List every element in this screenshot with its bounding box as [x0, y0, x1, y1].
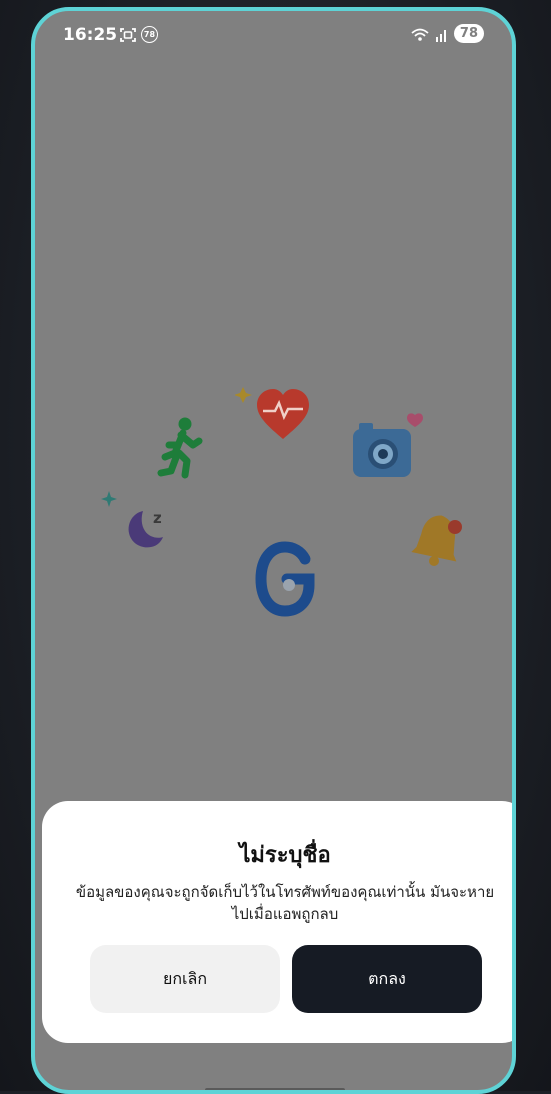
dialog-message: ข้อมูลของคุณจะถูกจัดเก็บไว้ในโทรศัพท์ของ… — [75, 883, 495, 923]
g-logo-icon — [255, 541, 315, 617]
heart-rate-icon — [235, 387, 309, 439]
status-time: 16:25 — [63, 25, 118, 45]
phone-screen: 16:25 78 78 z ไม่ระบุชื่อ ข้อมูลของคุณจะ… — [31, 7, 516, 1094]
cancel-button[interactable]: ยกเลิก — [90, 945, 280, 1013]
ok-button[interactable]: ตกลง — [292, 945, 482, 1013]
anonymous-dialog: ไม่ระบุชื่อ ข้อมูลของคุณจะถูกจัดเก็บไว้ใ… — [42, 801, 512, 1043]
svg-text:z: z — [153, 509, 162, 527]
camera-icon — [353, 413, 423, 477]
wifi-signal-icon — [411, 28, 446, 42]
home-indicator[interactable] — [205, 1088, 345, 1090]
screenshot-icon — [120, 28, 136, 42]
walking-person-icon — [157, 417, 203, 479]
bell-icon — [411, 515, 462, 566]
dialog-title: ไม่ระบุชื่อ — [239, 843, 331, 868]
battery-indicator: 78 — [453, 24, 484, 43]
notification-badge: 78 — [141, 26, 158, 43]
sleep-moon-icon: z — [101, 491, 163, 548]
status-bar: 16:25 78 78 — [35, 11, 512, 57]
